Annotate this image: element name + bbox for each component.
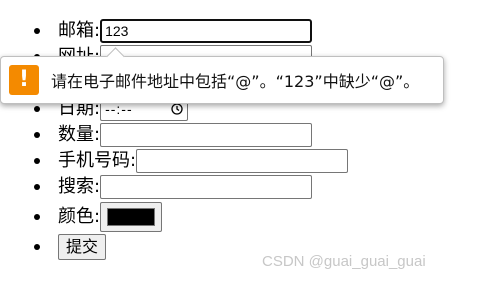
email-input[interactable]: 123 [100, 19, 313, 43]
list-bullet [34, 244, 40, 250]
phone-row: 手机号码: [34, 148, 349, 174]
color-row: 颜色: [34, 200, 348, 234]
form-list: 邮箱: 123 网址: 日期: --:-- 数量: 手机号码: 搜索: [34, 18, 349, 260]
list-bullet [34, 214, 40, 220]
quantity-label: 数量: [58, 124, 101, 145]
list-bullet [34, 28, 40, 34]
color-picker[interactable] [100, 202, 163, 232]
email-label: 邮箱: [58, 20, 101, 41]
list-bullet [34, 132, 40, 138]
phone-label: 手机号码: [58, 150, 137, 171]
list-bullet [34, 158, 40, 164]
quantity-input[interactable] [100, 123, 313, 147]
validation-tooltip: ! 请在电子邮件地址中包括“@”。“123”中缺少“@”。 [0, 47, 444, 104]
color-label: 颜色: [58, 206, 101, 227]
search-input[interactable] [100, 175, 313, 199]
watermark: CSDN @guai_guai_guai [262, 253, 426, 270]
color-swatch [107, 208, 156, 226]
clock-icon[interactable] [171, 103, 183, 115]
submit-button[interactable]: 提交 [58, 234, 107, 260]
search-row: 搜索: [34, 174, 348, 200]
tooltip-message: 请在电子邮件地址中包括“@”。“123”中缺少“@”。 [51, 72, 420, 91]
email-row: 邮箱: 123 [34, 18, 348, 44]
phone-input[interactable] [136, 149, 349, 173]
list-bullet [34, 184, 40, 190]
list-bullet [34, 106, 40, 112]
quantity-row: 数量: [34, 122, 348, 148]
warning-icon: ! [9, 65, 39, 95]
search-label: 搜索: [58, 176, 101, 197]
